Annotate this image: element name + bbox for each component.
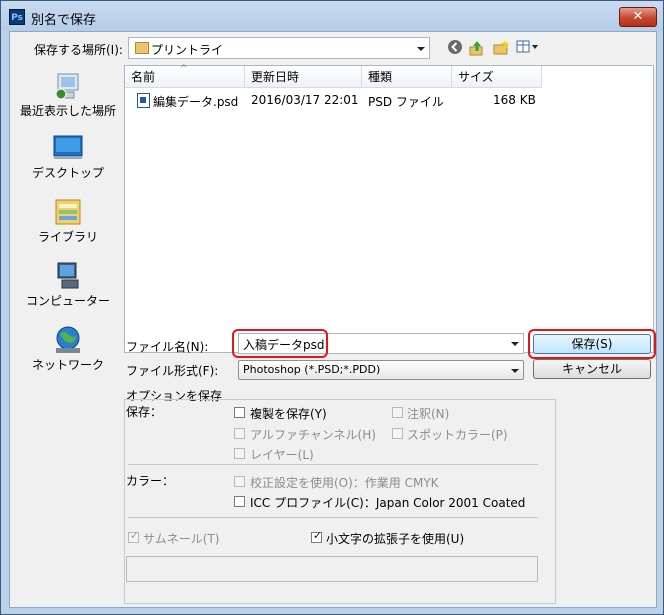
- place-network[interactable]: ネットワーク: [14, 324, 122, 373]
- layers-checkbox[interactable]: [234, 448, 245, 459]
- format-select[interactable]: Photoshop (*.PSD;*.PDD): [238, 360, 524, 380]
- save-options-label: 保存：: [126, 405, 163, 419]
- window-title: 別名で保存: [31, 13, 97, 28]
- warning-message-box: [126, 556, 538, 582]
- desktop-icon: [52, 132, 84, 164]
- format-value: Photoshop (*.PSD;*.PDD): [243, 363, 381, 376]
- lowercase-extension-checkbox[interactable]: ✓: [311, 529, 323, 543]
- column-header-size[interactable]: サイズ: [452, 66, 542, 88]
- up-folder-icon[interactable]: [468, 39, 486, 57]
- thumbnail-label: サムネール(T): [143, 532, 220, 546]
- filename-highlight: [232, 329, 328, 358]
- alpha-channels-checkbox[interactable]: [234, 428, 245, 439]
- place-recent[interactable]: 最近表示した場所: [14, 70, 122, 119]
- photoshop-app-icon: Ps: [9, 9, 25, 25]
- place-computer[interactable]: コンピューター: [14, 260, 122, 309]
- notes-checkbox[interactable]: [392, 407, 403, 418]
- cancel-button[interactable]: キャンセル: [533, 359, 651, 379]
- column-header-modified[interactable]: 更新日時: [245, 66, 362, 88]
- layers-label: レイヤー(L): [250, 448, 314, 462]
- format-label: ファイル形式(F):: [126, 364, 219, 378]
- file-name: 編集データ.psd: [153, 95, 239, 109]
- folder-icon: [135, 42, 149, 54]
- computer-icon: [52, 260, 84, 292]
- location-label: 保存する場所(I):: [34, 43, 123, 57]
- color-options-label: カラー：: [126, 474, 175, 488]
- chevron-down-icon[interactable]: [417, 47, 425, 51]
- network-icon: [52, 324, 84, 356]
- file-modified: 2016/03/17 22:01: [251, 93, 359, 107]
- libraries-icon: [52, 196, 84, 228]
- table-row[interactable]: 編集データ.psd 2016/03/17 22:01 PSD ファイル 168 …: [125, 90, 653, 110]
- save-as-dialog: Ps 別名で保存 ✕ 保存する場所(I): プリントライ 最近表示した場所 デス…: [0, 0, 664, 615]
- checkmark-icon: ✓: [312, 529, 323, 542]
- divider: [128, 464, 538, 465]
- title-bar: Ps 別名で保存 ✕: [1, 1, 663, 31]
- location-value: プリントライ: [151, 43, 224, 57]
- notes-label: 注釈(N): [407, 407, 450, 421]
- dialog-body: 保存する場所(I): プリントライ 最近表示した場所 デスクトップ ライブラリ …: [9, 31, 657, 608]
- close-button[interactable]: ✕: [619, 7, 657, 27]
- place-label: コンピューター: [25, 294, 110, 308]
- location-combo[interactable]: プリントライ: [128, 37, 430, 59]
- new-folder-icon[interactable]: [492, 39, 510, 57]
- places-bar: 最近表示した場所 デスクトップ ライブラリ コンピューター ネットワーク: [14, 65, 122, 610]
- psd-file-icon: [137, 93, 150, 108]
- recent-places-icon: [52, 70, 84, 102]
- save-button-highlight: [528, 329, 656, 359]
- spot-colors-checkbox[interactable]: [392, 428, 403, 439]
- as-copy-label: 複製を保存(Y): [250, 407, 327, 421]
- icc-profile-checkbox[interactable]: [234, 496, 245, 507]
- view-menu-icon[interactable]: [516, 39, 540, 57]
- lowercase-extension-label: 小文字の拡張子を使用(U): [326, 532, 465, 546]
- file-list[interactable]: 名前 ^ 更新日時 種類 サイズ 編集データ.psd 2016/03/17 22…: [124, 64, 654, 353]
- thumbnail-checkbox[interactable]: ✓: [128, 529, 140, 543]
- proof-setup-label: 校正設定を使用(O)：作業用 CMYK: [250, 476, 439, 490]
- file-type: PSD ファイル: [368, 95, 444, 109]
- file-size: 168 KB: [493, 93, 536, 107]
- place-label: ネットワーク: [31, 358, 104, 372]
- column-header-type[interactable]: 種類: [362, 66, 452, 88]
- chevron-down-icon[interactable]: [511, 369, 519, 373]
- back-icon[interactable]: [446, 39, 464, 57]
- place-desktop[interactable]: デスクトップ: [14, 132, 122, 181]
- place-libraries[interactable]: ライブラリ: [14, 196, 122, 245]
- proof-setup-checkbox[interactable]: [234, 476, 245, 487]
- checkmark-icon: ✓: [129, 529, 140, 542]
- spot-colors-label: スポットカラー(P): [407, 428, 508, 442]
- filename-label: ファイル名(N):: [126, 340, 209, 354]
- place-label: デスクトップ: [31, 166, 104, 180]
- sort-ascending-icon: ^: [180, 64, 188, 74]
- place-label: 最近表示した場所: [19, 104, 116, 118]
- alpha-channels-label: アルファチャンネル(H): [250, 428, 376, 442]
- chevron-down-icon[interactable]: [511, 342, 519, 346]
- place-label: ライブラリ: [37, 230, 98, 244]
- icc-profile-label: ICC プロファイル(C)：Japan Color 2001 Coated: [250, 496, 526, 510]
- divider: [128, 517, 538, 518]
- as-copy-checkbox[interactable]: [234, 407, 245, 418]
